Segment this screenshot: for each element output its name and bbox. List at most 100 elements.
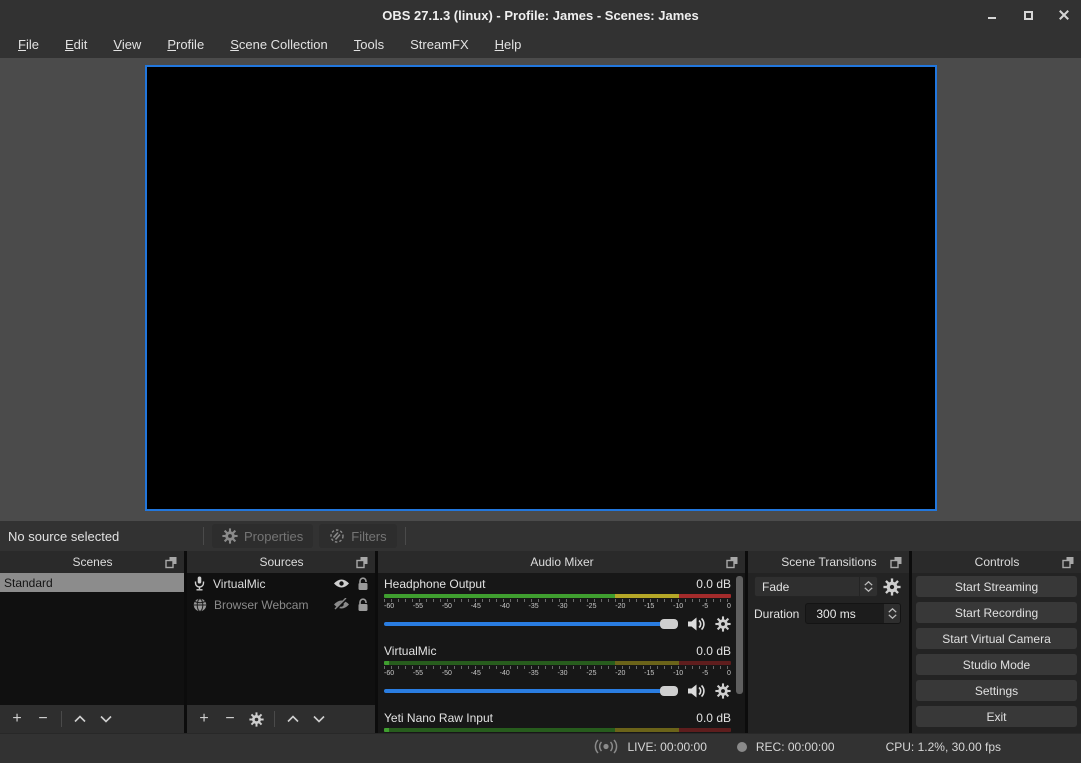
add-scene-button[interactable]: +: [6, 708, 28, 730]
audio-mixer-body: Headphone Output 0.0 dB -60-55-50-45-40-…: [378, 573, 745, 733]
duration-spinbox[interactable]: 300 ms: [805, 603, 901, 624]
meter-scale-label: -15: [644, 603, 654, 611]
gear-icon: [222, 528, 238, 544]
sources-list: VirtualMic Browser Webcam: [187, 573, 375, 705]
popout-icon[interactable]: [726, 556, 739, 569]
channel-name: VirtualMic: [384, 644, 696, 658]
gear-icon[interactable]: [715, 616, 731, 632]
filters-button[interactable]: Filters: [319, 524, 396, 548]
volume-meter: [384, 594, 731, 598]
menu-tools[interactable]: Tools: [342, 33, 396, 56]
mixer-scrollbar[interactable]: [736, 576, 743, 694]
meter-ticks: [384, 599, 731, 602]
studio-mode-button[interactable]: Studio Mode: [916, 654, 1077, 675]
settings-button[interactable]: Settings: [916, 680, 1077, 701]
meter-scale-label: -30: [557, 670, 567, 678]
exit-button[interactable]: Exit: [916, 706, 1077, 727]
menu-view[interactable]: View: [101, 33, 153, 56]
meter-scale-label: -30: [557, 603, 567, 611]
transition-properties-button[interactable]: [883, 578, 901, 596]
eye-visible-icon[interactable]: [333, 578, 350, 589]
meter-scale: -60-55-50-45-40-35-30-25-20-15-10-50: [384, 670, 731, 678]
meter-ticks: [384, 666, 731, 669]
popout-icon[interactable]: [356, 556, 369, 569]
scenes-toolbar: + −: [0, 705, 184, 733]
meter-scale-label: -5: [702, 603, 708, 611]
toolbar-separator: [405, 527, 406, 545]
menu-edit[interactable]: Edit: [53, 33, 99, 56]
volume-slider[interactable]: [384, 682, 678, 700]
sources-title: Sources: [193, 555, 356, 569]
scene-item-standard[interactable]: Standard: [0, 573, 184, 592]
duration-value[interactable]: 300 ms: [806, 607, 884, 621]
menu-file[interactable]: File: [6, 33, 51, 56]
add-source-button[interactable]: +: [193, 708, 215, 730]
maximize-button[interactable]: [1021, 8, 1035, 22]
filters-label: Filters: [351, 529, 386, 544]
scene-up-button[interactable]: [69, 708, 91, 730]
controls-header: Controls: [912, 551, 1081, 573]
volume-meter: [384, 661, 731, 665]
meter-scale-label: -55: [413, 603, 423, 611]
close-button[interactable]: [1057, 8, 1071, 22]
speaker-icon[interactable]: [687, 683, 706, 699]
meter-scale-label: -50: [442, 670, 452, 678]
menu-scene-collection[interactable]: Scene Collection: [218, 33, 340, 56]
transition-select[interactable]: Fade: [754, 576, 878, 597]
source-properties-button[interactable]: [245, 708, 267, 730]
combo-arrows-icon: [859, 577, 877, 596]
channel-db-value: 0.0 dB: [696, 711, 731, 725]
meter-scale-label: -15: [644, 670, 654, 678]
start-recording-button[interactable]: Start Recording: [916, 602, 1077, 623]
menu-help[interactable]: Help: [483, 33, 534, 56]
meter-scale-label: -35: [529, 670, 539, 678]
audio-mixer-header: Audio Mixer: [378, 551, 745, 573]
minimize-icon: [988, 17, 996, 19]
unlock-icon[interactable]: [357, 577, 369, 591]
source-item-browser-webcam[interactable]: Browser Webcam: [187, 594, 375, 615]
source-item-virtualmic[interactable]: VirtualMic: [187, 573, 375, 594]
preview-canvas[interactable]: [145, 65, 937, 511]
start-streaming-button[interactable]: Start Streaming: [916, 576, 1077, 597]
meter-scale: -60-55-50-45-40-35-30-25-20-15-10-50: [384, 603, 731, 611]
source-down-button[interactable]: [308, 708, 330, 730]
controls-panel: Controls Start Streaming Start Recording…: [912, 551, 1081, 733]
slider-handle[interactable]: [660, 619, 678, 629]
obs-window: OBS 27.1.3 (linux) - Profile: James - Sc…: [0, 0, 1081, 763]
popout-icon[interactable]: [890, 556, 903, 569]
preview-area: [0, 58, 1081, 521]
toolbar-separator: [203, 527, 204, 545]
transition-selected-value: Fade: [755, 580, 859, 594]
meter-scale-label: -10: [673, 670, 683, 678]
scene-transitions-panel: Scene Transitions Fade: [748, 551, 909, 733]
docks-row: Scenes Standard + − Sources: [0, 551, 1081, 733]
remove-scene-button[interactable]: −: [32, 708, 54, 730]
speaker-icon[interactable]: [687, 616, 706, 632]
channel-name: Yeti Nano Raw Input: [384, 711, 696, 725]
meter-scale-label: -45: [471, 603, 481, 611]
remove-source-button[interactable]: −: [219, 708, 241, 730]
start-virtual-camera-button[interactable]: Start Virtual Camera: [916, 628, 1077, 649]
eye-hidden-icon[interactable]: [333, 598, 350, 611]
scene-down-button[interactable]: [95, 708, 117, 730]
gear-icon[interactable]: [715, 683, 731, 699]
toolbar-separator: [61, 711, 62, 727]
popout-icon[interactable]: [165, 556, 178, 569]
popout-icon[interactable]: [1062, 556, 1075, 569]
sources-panel: Sources VirtualMic: [187, 551, 375, 733]
properties-button[interactable]: Properties: [212, 524, 313, 548]
spinbox-arrows-icon[interactable]: [884, 604, 900, 623]
unlock-icon[interactable]: [357, 598, 369, 612]
mixer-channel-yeti-nano: Yeti Nano Raw Input 0.0 dB -60-55-50-45-…: [384, 710, 731, 733]
source-up-button[interactable]: [282, 708, 304, 730]
meter-scale-label: -25: [586, 603, 596, 611]
volume-slider[interactable]: [384, 615, 678, 633]
rec-time-label: REC: 00:00:00: [756, 740, 835, 754]
scenes-list: Standard: [0, 573, 184, 705]
meter-scale-label: -40: [500, 603, 510, 611]
slider-handle[interactable]: [660, 686, 678, 696]
minimize-button[interactable]: [985, 8, 999, 22]
menu-profile[interactable]: Profile: [155, 33, 216, 56]
controls-title: Controls: [918, 555, 1062, 569]
menu-streamfx[interactable]: StreamFX: [398, 33, 481, 56]
